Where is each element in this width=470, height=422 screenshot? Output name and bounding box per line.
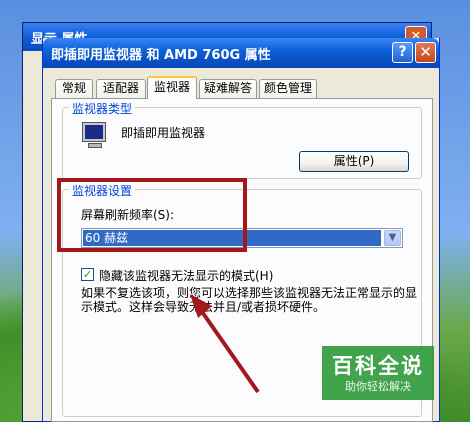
watermark-sub: 助你轻松解决: [345, 380, 411, 393]
tab-monitor[interactable]: 监视器: [147, 76, 197, 99]
watermark-logo: 百科全说 助你轻松解决: [322, 346, 434, 400]
watermark-main: 百科全说: [332, 354, 424, 378]
